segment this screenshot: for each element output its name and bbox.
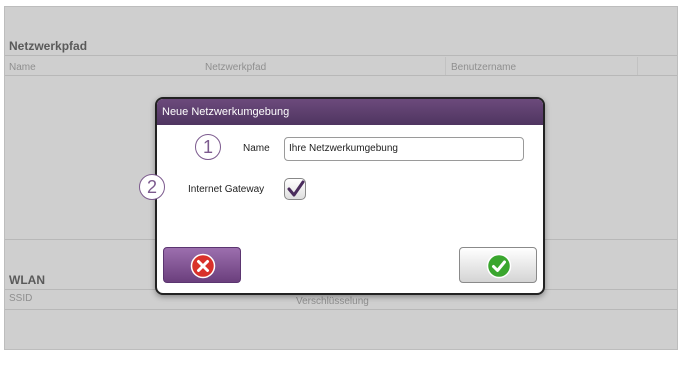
callout-1-badge: 1 — [195, 134, 221, 160]
column-header-network-path[interactable]: Netzwerkpfad — [205, 62, 266, 73]
cancel-button[interactable] — [163, 247, 241, 283]
cancel-x-icon — [190, 253, 216, 279]
column-divider — [637, 57, 638, 75]
column-header-ssid[interactable]: SSID — [9, 293, 32, 304]
wlan-section-title: WLAN — [9, 273, 45, 287]
dialog-title: Neue Netzwerkumgebung — [157, 99, 543, 125]
column-header-encryption[interactable]: Verschlüsselung — [296, 296, 369, 307]
column-header-name[interactable]: Name — [9, 62, 36, 73]
callout-2-badge: 2 — [139, 174, 165, 200]
ok-button[interactable] — [459, 247, 537, 283]
new-network-dialog: Neue Netzwerkumgebung Name Ihre Netzwerk… — [155, 97, 545, 295]
column-divider — [445, 57, 446, 75]
name-input[interactable]: Ihre Netzwerkumgebung — [284, 137, 524, 161]
divider — [5, 75, 677, 76]
divider — [5, 309, 677, 310]
column-header-username[interactable]: Benutzername — [451, 62, 516, 73]
divider — [5, 55, 677, 56]
checkmark-icon — [287, 180, 305, 197]
network-path-section-title: Netzwerkpfad — [9, 39, 88, 53]
name-label: Name — [243, 143, 270, 154]
internet-gateway-checkbox[interactable] — [284, 178, 306, 200]
internet-gateway-label: Internet Gateway — [188, 184, 265, 195]
confirm-check-icon — [486, 253, 512, 279]
